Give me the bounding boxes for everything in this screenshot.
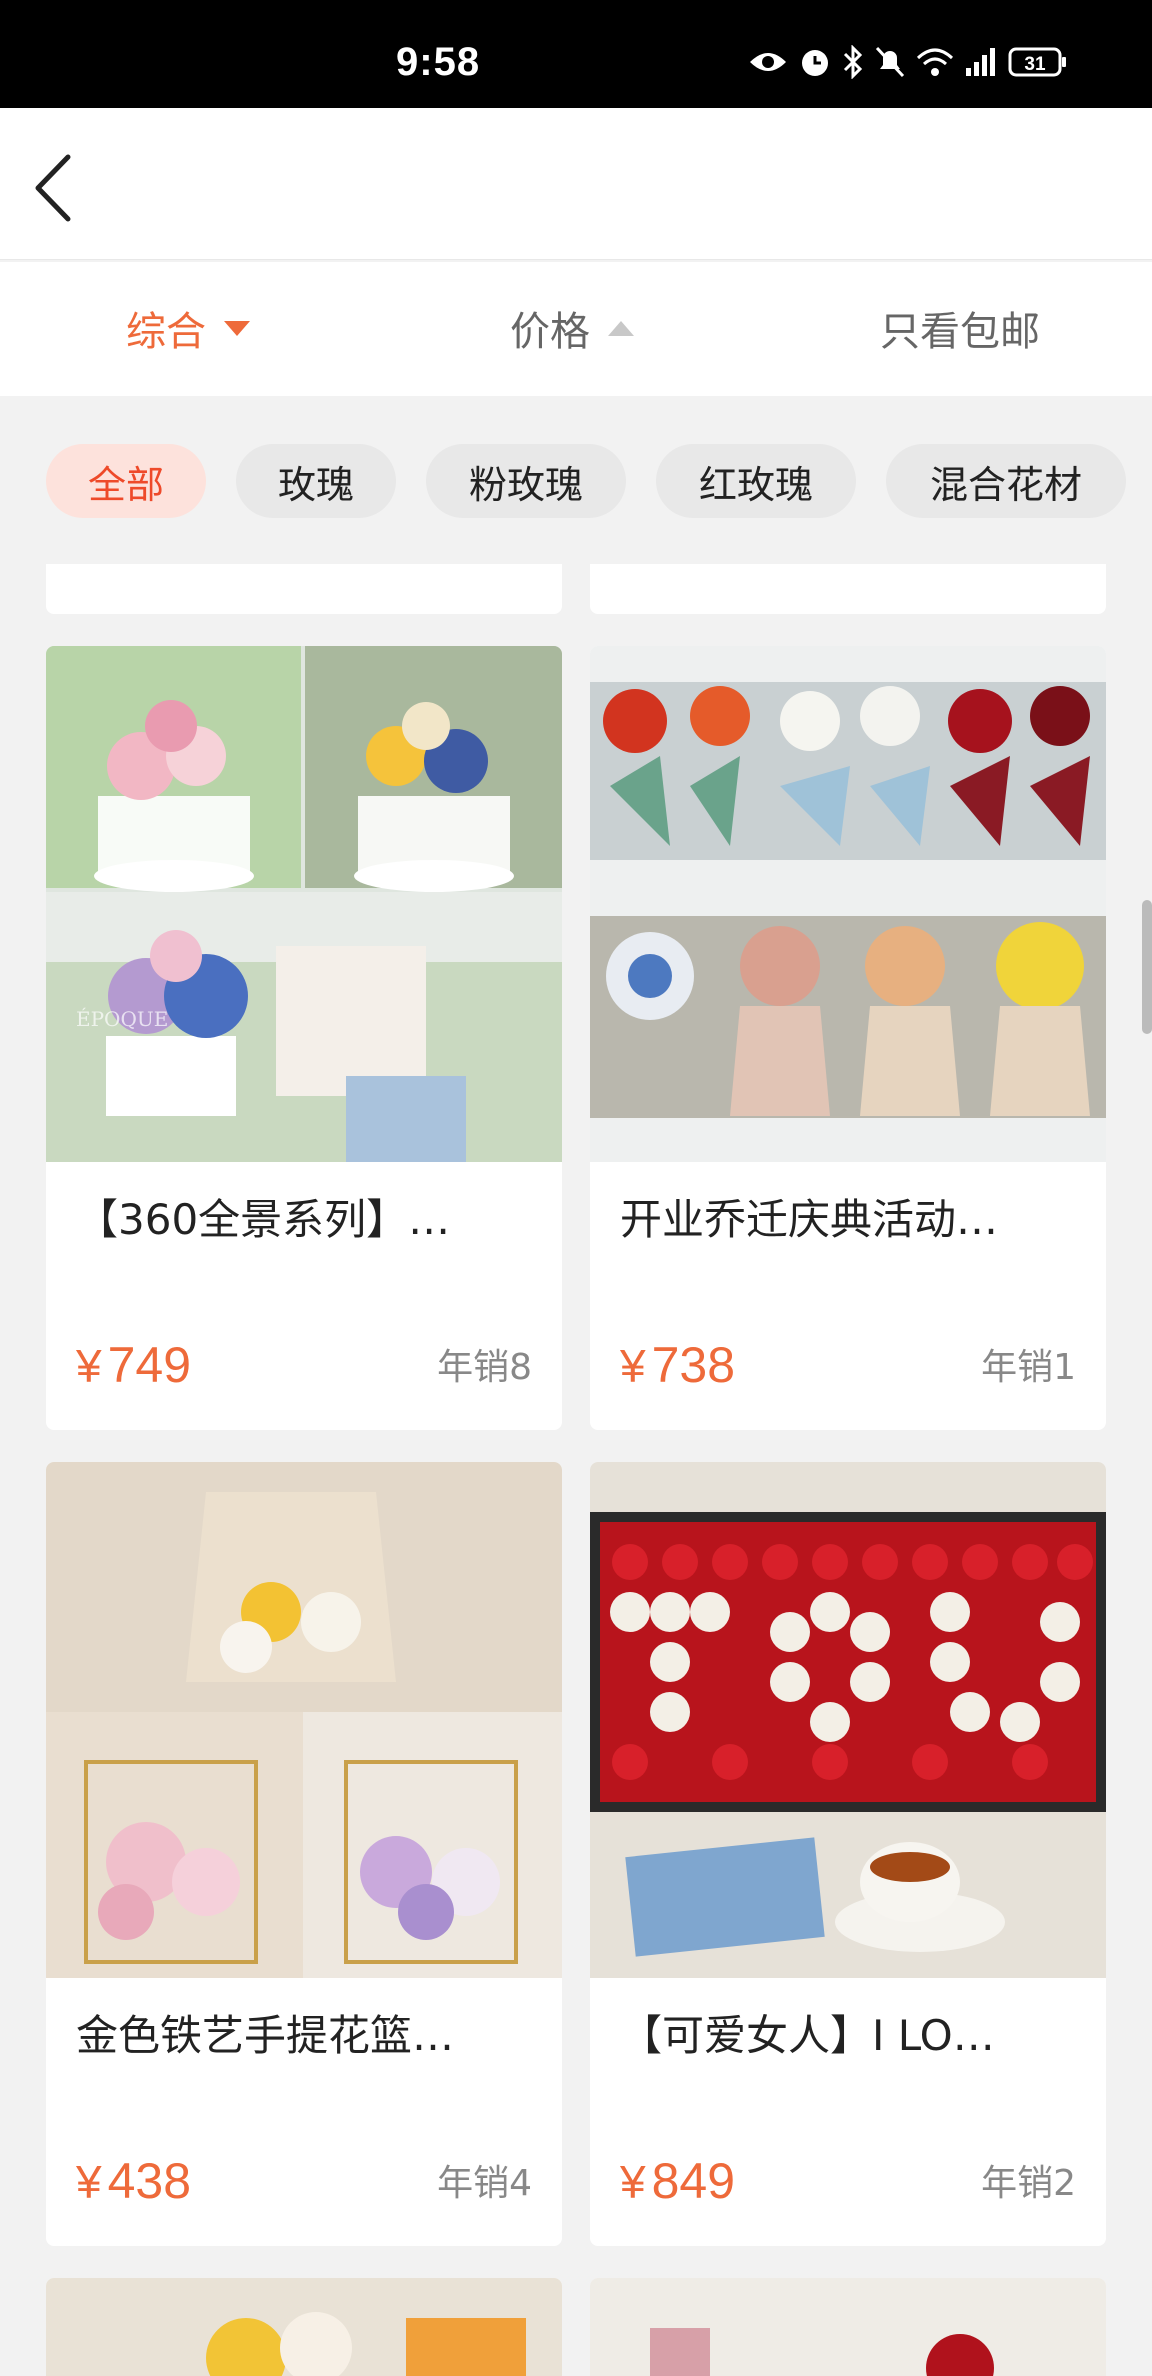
signal-icon [966, 48, 995, 76]
product-card[interactable]: ÉPOQUE 【360全景系列】… ¥749 年销8 [46, 646, 562, 1430]
product-image: ÉPOQUE [46, 646, 562, 1162]
sort-comprehensive-label: 综合 [126, 309, 206, 355]
price-value: 849 [651, 2153, 736, 2209]
currency-symbol: ¥ [76, 1340, 102, 1392]
product-card-partial[interactable] [590, 564, 1106, 614]
product-card[interactable] [590, 2278, 1106, 2376]
currency-symbol: ¥ [620, 1340, 646, 1392]
product-image [46, 1462, 562, 1978]
chip-mixed-flowers[interactable]: 混合花材 [886, 444, 1126, 518]
product-title: 【360全景系列】… [76, 1195, 451, 1244]
wifi-icon [916, 48, 954, 76]
product-sales: 年销2 [981, 2163, 1076, 2204]
product-image [46, 2278, 562, 2376]
back-button[interactable] [30, 138, 130, 238]
app-header [0, 108, 1152, 260]
product-price: ¥749 [76, 1336, 191, 1394]
product-title: 开业乔迁庆典活动… [620, 1195, 999, 1244]
product-sales: 年销4 [437, 2163, 532, 2204]
sort-price-label: 价格 [510, 309, 590, 355]
currency-symbol: ¥ [620, 2156, 646, 2208]
status-time: 9:58 [396, 40, 481, 84]
product-grid: ÉPOQUE 【360全景系列】… ¥749 年销8 开业乔迁庆典活动… ¥ 7… [0, 564, 1152, 2376]
product-image [590, 2278, 1106, 2376]
currency-symbol: ¥ [76, 2156, 102, 2208]
product-sales: 年销8 [437, 1347, 532, 1388]
product-card-partial[interactable] [46, 564, 562, 614]
price-value: 438 [107, 2153, 192, 2209]
chevron-left-icon [35, 154, 71, 222]
product-price: ¥438 [76, 2152, 191, 2210]
status-bar: 9:58 31 [0, 0, 1152, 108]
battery-icon: 31 [1008, 47, 1066, 77]
sort-free-shipping-label: 只看包邮 [880, 309, 1040, 355]
price-value: 738 [651, 1337, 736, 1393]
sort-bar: 综合 价格 只看包邮 [0, 262, 1152, 396]
product-image [590, 646, 1106, 1162]
product-sales: 年销1 [981, 1347, 1076, 1388]
product-image [590, 1462, 1106, 1978]
bluetooth-icon [843, 45, 863, 79]
chip-pink-rose[interactable]: 粉玫瑰 [426, 444, 626, 518]
price-value: 749 [107, 1337, 192, 1393]
category-chips: 全部 玫瑰 粉玫瑰 红玫瑰 混合花材 [0, 396, 1152, 564]
product-card[interactable] [46, 2278, 562, 2376]
chip-red-rose[interactable]: 红玫瑰 [656, 444, 856, 518]
chip-rose[interactable]: 玫瑰 [236, 444, 396, 518]
triangle-up-icon [608, 320, 634, 336]
product-price: ¥849 [620, 2152, 735, 2210]
product-title: 金色铁艺手提花篮… [76, 2011, 455, 2060]
triangle-down-icon [224, 320, 250, 336]
battery-level: 31 [1024, 54, 1046, 75]
sort-free-shipping[interactable]: 只看包邮 [880, 298, 1040, 358]
chip-all[interactable]: 全部 [46, 444, 206, 518]
product-card[interactable]: 金色铁艺手提花篮… ¥438 年销4 [46, 1462, 562, 2246]
mute-icon [875, 46, 905, 78]
product-title: 【可爱女人】I LO… [620, 2011, 995, 2060]
alarm-icon [802, 50, 828, 76]
status-icons: 31 [748, 42, 1068, 82]
scrollbar[interactable] [1142, 900, 1152, 1034]
brand-watermark: ÉPOQUE [76, 1007, 168, 1031]
product-card[interactable]: 【可爱女人】I LO… ¥849 年销2 [590, 1462, 1106, 2246]
product-price: ¥738 [620, 1336, 735, 1394]
eye-icon [750, 53, 786, 71]
sort-comprehensive[interactable]: 综合 [126, 298, 250, 358]
sort-price[interactable]: 价格 [510, 298, 634, 358]
product-card[interactable]: 开业乔迁庆典活动… ¥738 年销1 [590, 646, 1106, 1430]
